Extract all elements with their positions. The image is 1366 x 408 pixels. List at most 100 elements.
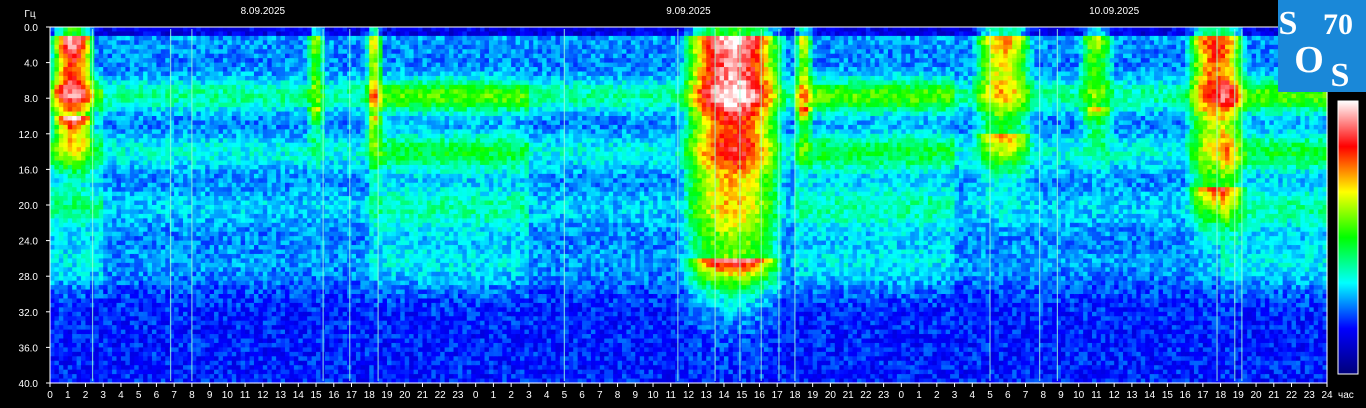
heatmap-cell <box>125 160 131 166</box>
heatmap-cell <box>112 222 118 228</box>
heatmap-cell <box>200 271 206 277</box>
heatmap-cell <box>134 369 140 375</box>
heatmap-cell <box>120 338 126 344</box>
heatmap-cell <box>209 338 215 344</box>
heatmap-cell <box>227 156 233 162</box>
heatmap-cell <box>138 196 144 202</box>
heatmap-cell <box>209 89 215 95</box>
heatmap-cell <box>302 253 308 259</box>
heatmap-cell <box>63 311 69 317</box>
heatmap-cell <box>262 294 268 300</box>
heatmap-cell <box>63 240 69 246</box>
heatmap-cell <box>249 98 255 104</box>
heatmap-cell <box>293 89 299 95</box>
heatmap-cell <box>218 218 224 224</box>
heatmap-cell <box>151 200 158 206</box>
heatmap-cell <box>249 351 255 357</box>
heatmap-cell <box>58 316 64 322</box>
heatmap-cell <box>285 156 291 162</box>
heatmap-cell <box>316 84 322 90</box>
heatmap-cell <box>81 35 87 41</box>
heatmap-cell <box>280 218 286 224</box>
heatmap-cell <box>191 227 197 233</box>
heatmap-cell <box>116 262 122 268</box>
heatmap-cell <box>236 35 242 41</box>
heatmap-cell <box>98 245 104 251</box>
heatmap-cell <box>63 245 69 251</box>
heatmap-cell <box>174 245 180 251</box>
heatmap-cell <box>276 187 282 193</box>
heatmap-cell <box>205 84 211 90</box>
heatmap-cell <box>262 338 268 344</box>
heatmap-cell <box>307 102 313 108</box>
heatmap-cell <box>76 62 82 68</box>
heatmap-cell <box>214 374 220 380</box>
heatmap-cell <box>58 307 64 313</box>
heatmap-cell <box>200 31 206 37</box>
heatmap-cell <box>143 347 149 353</box>
heatmap-cell <box>143 374 149 380</box>
heatmap-cell <box>50 164 56 170</box>
heatmap-cell <box>302 98 308 104</box>
heatmap-cell <box>316 307 322 313</box>
heatmap-cell <box>289 200 295 206</box>
heatmap-cell <box>143 294 149 300</box>
heatmap-cell <box>209 311 215 317</box>
heatmap-cell <box>218 178 224 184</box>
heatmap-cell <box>54 325 60 331</box>
heatmap-cell <box>81 267 87 273</box>
heatmap-cell <box>293 147 299 153</box>
heatmap-cell <box>307 307 313 313</box>
heatmap-cell <box>196 347 202 353</box>
heatmap-cell <box>227 298 233 304</box>
heatmap-cell <box>116 182 122 188</box>
heatmap-cell <box>138 27 144 33</box>
heatmap-cell <box>276 231 282 237</box>
heatmap-cell <box>50 187 56 193</box>
heatmap-cell <box>245 164 251 170</box>
heatmap-cell <box>258 178 264 184</box>
heatmap-cell <box>58 249 64 255</box>
heatmap-cell <box>289 80 295 86</box>
heatmap-cell <box>236 71 242 77</box>
heatmap-cell <box>81 89 87 95</box>
heatmap-cell <box>258 329 264 335</box>
heatmap-cell <box>280 44 286 50</box>
heatmap-cell <box>289 231 295 237</box>
heatmap-cell <box>120 71 126 77</box>
heatmap-cell <box>120 120 126 126</box>
heatmap-cell <box>72 351 78 357</box>
heatmap-cell <box>324 142 330 148</box>
heatmap-cell <box>174 187 180 193</box>
heatmap-cell <box>156 285 162 291</box>
heatmap-cell <box>267 258 273 264</box>
heatmap-cell <box>271 187 277 193</box>
heatmap-cell <box>94 351 100 357</box>
heatmap-cell <box>316 347 322 353</box>
heatmap-cell <box>271 236 277 242</box>
heatmap-cell <box>227 44 233 50</box>
heatmap-cell <box>94 262 100 268</box>
heatmap-cell <box>289 102 295 108</box>
heatmap-cell <box>276 102 282 108</box>
heatmap-cell <box>236 298 242 304</box>
heatmap-cell <box>94 89 100 95</box>
heatmap-cell <box>196 205 202 211</box>
heatmap-cell <box>289 40 295 46</box>
heatmap-cell <box>120 44 126 50</box>
heatmap-cell <box>63 320 69 326</box>
heatmap-cell <box>112 40 118 46</box>
heatmap-cell <box>236 142 242 148</box>
heatmap-cell <box>160 187 166 193</box>
heatmap-cell <box>285 316 291 322</box>
heatmap-cell <box>76 35 82 41</box>
heatmap-cell <box>293 311 299 317</box>
heatmap-cell <box>63 356 69 362</box>
heatmap-cell <box>262 80 268 86</box>
heatmap-cell <box>200 205 206 211</box>
heatmap-cell <box>298 49 304 55</box>
heatmap-cell <box>316 164 322 170</box>
heatmap-cell <box>178 151 184 157</box>
heatmap-cell <box>289 258 295 264</box>
heatmap-cell <box>258 253 264 259</box>
